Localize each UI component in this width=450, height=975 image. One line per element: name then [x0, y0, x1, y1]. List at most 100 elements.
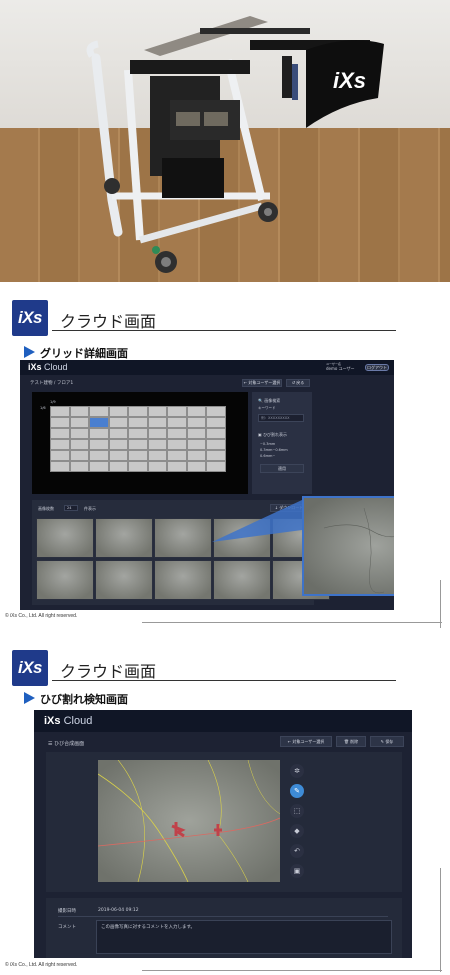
- grid-cell[interactable]: [69, 461, 90, 472]
- grid-cell[interactable]: [89, 406, 109, 417]
- grid-cell[interactable]: [186, 439, 207, 450]
- grid-cell[interactable]: [147, 428, 168, 439]
- image-thumbnail[interactable]: [154, 518, 212, 558]
- crack-option-2[interactable]: 0.3mm~0.6mm: [260, 448, 288, 452]
- image-icon: ▣: [293, 867, 301, 875]
- grid-cell[interactable]: [167, 439, 187, 450]
- grid-cell[interactable]: [128, 439, 148, 450]
- undo-tool-button[interactable]: ↶: [290, 844, 304, 858]
- section-title: クラウド画面: [60, 312, 157, 331]
- grid-cell[interactable]: [206, 450, 226, 461]
- grid-cell[interactable]: [147, 461, 168, 472]
- crack-overlay: [98, 760, 280, 882]
- grid-cell[interactable]: [69, 439, 90, 450]
- image-thumbnail[interactable]: [213, 518, 271, 558]
- footer-vline-2: [440, 868, 441, 972]
- user-select-button[interactable]: ← 対象ユーザー選択: [242, 379, 282, 387]
- grid-cell[interactable]: [186, 450, 207, 461]
- grid-cell[interactable]: [69, 417, 90, 428]
- grid-cell[interactable]: [89, 439, 109, 450]
- image-thumbnail[interactable]: [213, 560, 271, 600]
- grid-cell[interactable]: [167, 450, 187, 461]
- grid-cell[interactable]: [206, 406, 226, 417]
- section-subtitle: ひび割れ検知画面: [40, 693, 128, 706]
- image-thumbnail[interactable]: [36, 518, 94, 558]
- grid-cell[interactable]: [167, 461, 187, 472]
- grid-cell[interactable]: [167, 428, 187, 439]
- grid-cell[interactable]: [206, 461, 226, 472]
- grid-cell[interactable]: [186, 428, 207, 439]
- comment-textarea[interactable]: この画像写真に対するコメントを入力します。: [96, 920, 392, 954]
- grid-cell[interactable]: [108, 461, 129, 472]
- grid-cell[interactable]: [167, 406, 187, 417]
- image-thumbnail[interactable]: [95, 560, 153, 600]
- triangle-bullet-icon: [24, 346, 35, 358]
- save-button[interactable]: ✎ 保存: [370, 736, 404, 747]
- grid-cell[interactable]: [147, 450, 168, 461]
- delete-button[interactable]: 🗑 削除: [336, 736, 366, 747]
- apply-button[interactable]: 適用: [260, 464, 304, 473]
- grid-cell[interactable]: [186, 417, 207, 428]
- grid-cell[interactable]: [69, 428, 90, 439]
- grid-cell[interactable]: [128, 417, 148, 428]
- keyword-input[interactable]: 例：XXXXXXXXX: [258, 414, 304, 422]
- image-thumbnail[interactable]: [36, 560, 94, 600]
- grid-cell[interactable]: [167, 417, 187, 428]
- page-title: ☰ ひび合成画面: [48, 741, 85, 747]
- robot-photo: iXs: [0, 0, 450, 282]
- grid-cell[interactable]: [128, 428, 148, 439]
- grid-cell[interactable]: [206, 439, 226, 450]
- eraser-tool-button[interactable]: ◆: [290, 824, 304, 838]
- grid-col-label: 1/9: [50, 400, 56, 404]
- image-thumbnail[interactable]: [154, 560, 212, 600]
- grid-cell[interactable]: [89, 450, 109, 461]
- grid-cell[interactable]: [50, 428, 70, 439]
- grid-cell-selected[interactable]: [89, 417, 109, 428]
- logout-button[interactable]: ログアウト: [365, 364, 389, 371]
- grid-cell[interactable]: [206, 417, 226, 428]
- undo-icon: ↶: [294, 847, 300, 855]
- grid-cell[interactable]: [50, 439, 70, 450]
- user-name[interactable]: demo ユーザー: [326, 366, 355, 372]
- grid-cell[interactable]: [186, 461, 207, 472]
- save-icon: ✎: [380, 739, 385, 744]
- crack-option-3[interactable]: 0.6mm~: [260, 454, 275, 458]
- grid-cell[interactable]: [128, 450, 148, 461]
- grid-cell[interactable]: [206, 428, 226, 439]
- grid-cell[interactable]: [50, 417, 70, 428]
- pen-tool-button[interactable]: ✎: [290, 784, 304, 798]
- grid-cell[interactable]: [108, 439, 129, 450]
- select-tool-button[interactable]: ⬚: [290, 804, 304, 818]
- grid-cell[interactable]: [69, 450, 90, 461]
- grid-cell[interactable]: [128, 406, 148, 417]
- grid-cell[interactable]: [108, 450, 129, 461]
- grid-cells[interactable]: [50, 406, 226, 472]
- detect-tool-button[interactable]: ✲: [290, 764, 304, 778]
- grid-cell[interactable]: [147, 417, 168, 428]
- triangle-bullet-icon: [24, 692, 35, 704]
- grid-cell[interactable]: [50, 406, 70, 417]
- app-brand: iXs Cloud: [28, 362, 68, 372]
- grid-cell[interactable]: [147, 406, 168, 417]
- grid-cell[interactable]: [50, 461, 70, 472]
- grid-cell[interactable]: [186, 406, 207, 417]
- back-button[interactable]: ↺ 戻る: [286, 379, 310, 387]
- image-thumbnails[interactable]: [36, 518, 330, 602]
- crack-image[interactable]: [98, 760, 280, 882]
- crack-option-1[interactable]: ~0.3mm: [260, 442, 275, 446]
- image-tool-button[interactable]: ▣: [290, 864, 304, 878]
- grid-cell[interactable]: [50, 450, 70, 461]
- grid-cell[interactable]: [69, 406, 90, 417]
- grid-cell[interactable]: [89, 428, 109, 439]
- images-count-select[interactable]: 24: [64, 505, 78, 511]
- grid-cell[interactable]: [128, 461, 148, 472]
- grid-cell[interactable]: [147, 439, 168, 450]
- grid-cell[interactable]: [89, 461, 109, 472]
- grid-cell[interactable]: [108, 406, 129, 417]
- date-label: 撮影日時: [58, 909, 76, 914]
- robot-brand-text: iXs: [333, 68, 366, 93]
- grid-cell[interactable]: [108, 417, 129, 428]
- grid-cell[interactable]: [108, 428, 129, 439]
- image-thumbnail[interactable]: [95, 518, 153, 558]
- user-select-button[interactable]: ← 対象ユーザー選択: [280, 736, 332, 747]
